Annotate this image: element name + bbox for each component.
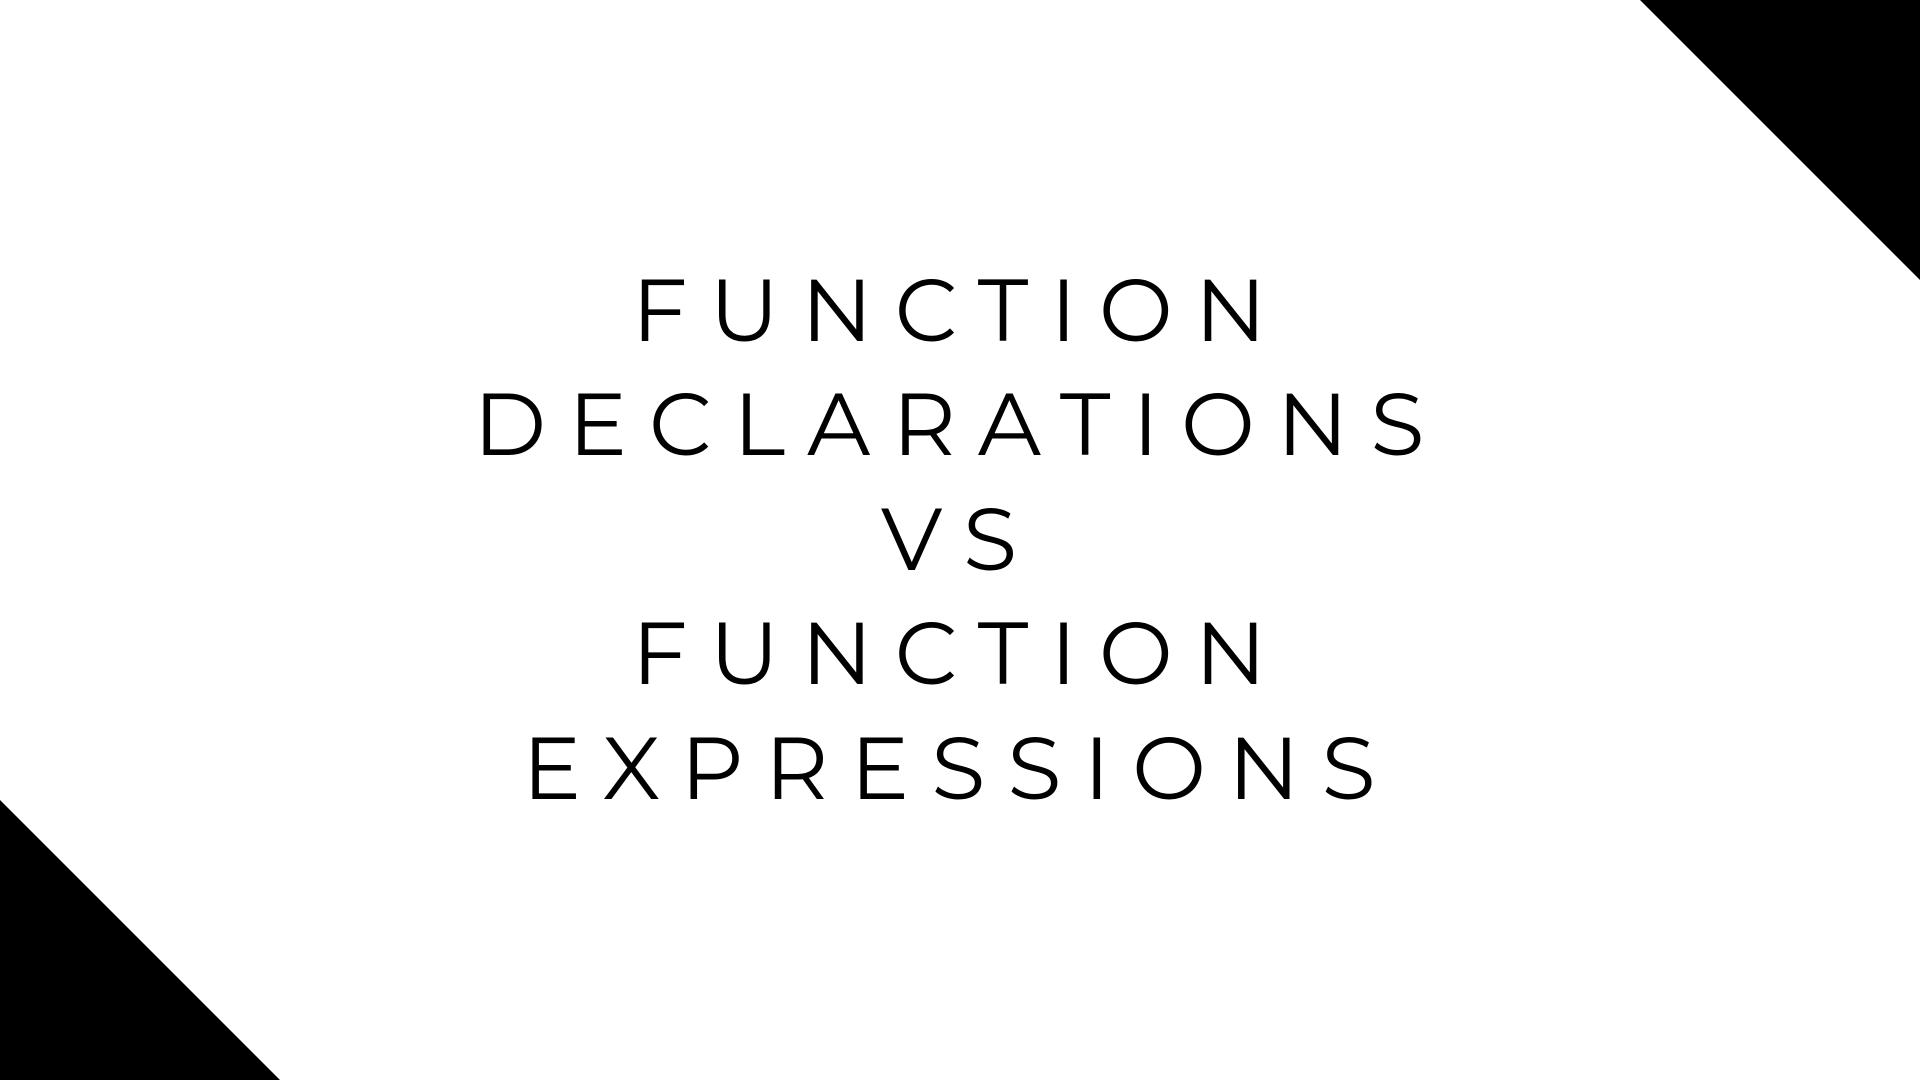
decorative-triangle-bottom-left [0, 800, 280, 1080]
title-line-2: DECLARATIONS [0, 368, 1920, 482]
title-line-4: FUNCTION [0, 597, 1920, 711]
decorative-triangle-top-right [1640, 0, 1920, 280]
title-line-3: VS [0, 483, 1920, 597]
title-container: FUNCTION DECLARATIONS VS FUNCTION EXPRES… [0, 254, 1920, 826]
title-line-1: FUNCTION [0, 254, 1920, 368]
title-line-5: EXPRESSIONS [0, 712, 1920, 826]
